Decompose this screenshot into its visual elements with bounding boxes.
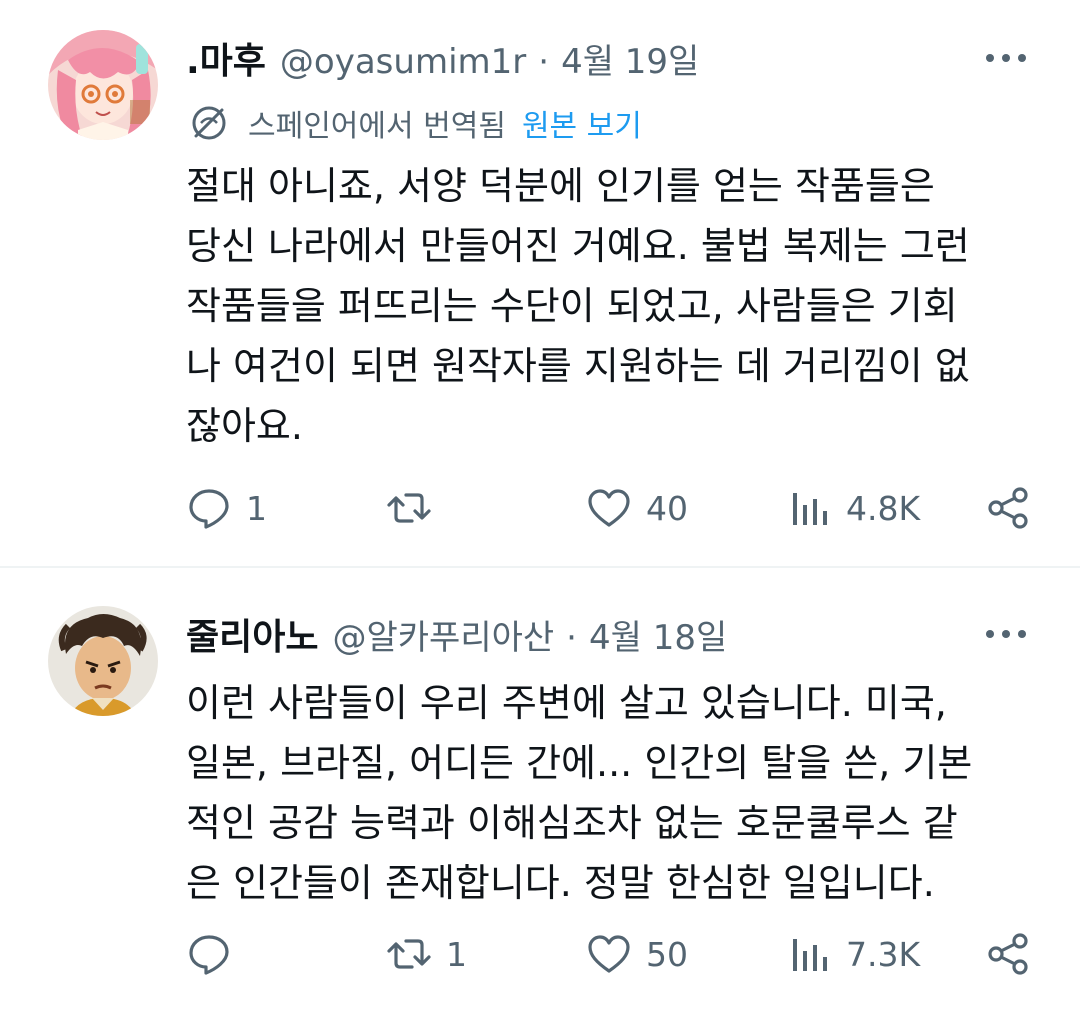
tweet-actions: 1 50 7.3K <box>186 926 1046 982</box>
avatar[interactable] <box>48 30 158 140</box>
share-icon <box>988 933 1028 975</box>
display-name[interactable]: 줄리아노 <box>186 608 318 660</box>
share-button[interactable] <box>986 926 1032 982</box>
reply-icon <box>189 489 229 529</box>
globe-translate-icon <box>192 106 226 140</box>
like-icon <box>588 935 630 973</box>
share-button[interactable] <box>986 480 1032 536</box>
reply-icon <box>189 935 229 975</box>
view-original-link[interactable]: 원본 보기 <box>522 101 642 145</box>
tweet[interactable]: 줄리아노 @알카푸리아산 · 4월 18일 이런 사람들이 우리 주변에 살고 … <box>0 568 1080 1010</box>
views-button[interactable]: 4.8K <box>786 480 920 536</box>
retweet-button[interactable] <box>386 480 446 536</box>
timestamp[interactable]: 4월 19일 <box>561 34 699 83</box>
tweet-text: 이런 사람들이 우리 주변에 살고 있습니다. 미국, 일본, 브라질, 어디든… <box>186 681 973 905</box>
like-count: 50 <box>646 934 688 974</box>
views-icon <box>793 493 827 525</box>
views-count: 4.8K <box>846 488 921 528</box>
views-button[interactable]: 7.3K <box>786 926 920 982</box>
separator: · <box>538 42 550 82</box>
views-count: 7.3K <box>846 934 921 974</box>
like-button[interactable]: 40 <box>586 480 688 536</box>
separator: · <box>566 618 577 658</box>
more-icon[interactable] <box>986 624 1026 644</box>
tweet-text: 절대 아니죠, 서양 덕분에 인기를 얻는 작품들은 당신 나라에서 만들어진 … <box>186 164 970 448</box>
share-icon <box>988 487 1028 529</box>
handle[interactable]: @알카푸리아산 <box>332 610 554 659</box>
tweet-header: .마후 @oyasumim1r · 4월 19일 <box>186 32 699 84</box>
reply-button[interactable]: 1 <box>186 480 267 536</box>
tweet-header: 줄리아노 @알카푸리아산 · 4월 18일 <box>186 608 727 660</box>
retweet-icon <box>387 493 431 523</box>
reply-button[interactable] <box>186 926 246 982</box>
more-icon[interactable] <box>986 48 1026 68</box>
tweet[interactable]: .마후 @oyasumim1r · 4월 19일 스페인어에서 번역됨 원본 보… <box>0 0 1080 566</box>
translation-label: 스페인어에서 번역됨 <box>248 109 506 144</box>
retweet-button[interactable]: 1 <box>386 926 467 982</box>
reply-count: 1 <box>246 488 267 528</box>
translation-notice: 스페인어에서 번역됨 원본 보기 <box>188 100 642 146</box>
handle[interactable]: @oyasumim1r <box>280 42 526 82</box>
like-icon <box>588 489 630 527</box>
views-icon <box>793 939 827 971</box>
display-name[interactable]: .마후 <box>186 32 266 84</box>
retweet-count: 1 <box>446 934 467 974</box>
avatar[interactable] <box>48 606 158 716</box>
tweet-actions: 1 40 4.8K <box>186 480 1046 536</box>
retweet-icon <box>387 939 431 969</box>
like-count: 40 <box>646 488 688 528</box>
timestamp[interactable]: 4월 18일 <box>589 610 727 659</box>
like-button[interactable]: 50 <box>586 926 688 982</box>
